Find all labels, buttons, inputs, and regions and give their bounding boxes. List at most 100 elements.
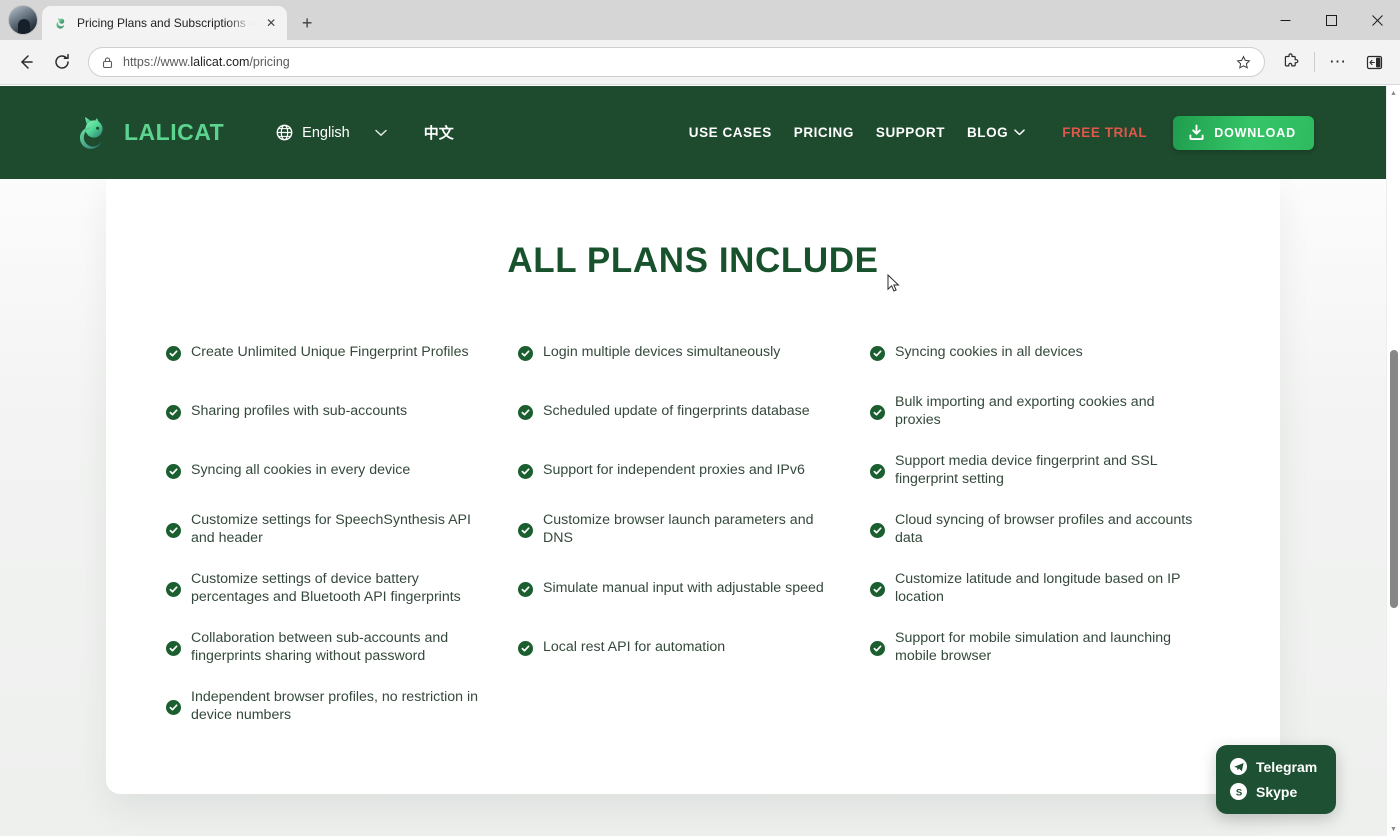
brand-logo[interactable]: LALICAT (72, 112, 224, 154)
all-plans-card: ALL PLANS INCLUDE Create Unlimited Uniqu… (106, 179, 1280, 794)
browser-window: Pricing Plans and Subscriptions - ✕ + ht… (0, 0, 1400, 836)
feature-item: Customize settings for SpeechSynthesis A… (166, 500, 516, 559)
chevron-down-icon[interactable] (374, 129, 387, 137)
extensions-icon[interactable] (1275, 46, 1307, 78)
feature-item: Customize browser launch parameters and … (518, 500, 868, 559)
check-circle-icon (166, 345, 181, 361)
language-selector[interactable]: English 中文 (276, 122, 454, 143)
download-button-label: DOWNLOAD (1214, 125, 1296, 140)
skype-icon: S (1230, 783, 1247, 800)
scrollbar-thumb[interactable] (1390, 350, 1398, 608)
check-circle-icon (518, 522, 533, 538)
page-scrollbar[interactable]: ▲ ▼ (1386, 86, 1400, 836)
language-current-label: English (302, 124, 350, 141)
feature-label: Scheduled update of fingerprints databas… (543, 402, 810, 419)
feature-item: Create Unlimited Unique Fingerprint Prof… (166, 323, 516, 382)
feature-item: Syncing cookies in all devices (870, 323, 1220, 382)
sidebar-icon[interactable] (1358, 46, 1390, 78)
page-viewport: LALICAT English 中文 USE CASES PRICING SUP… (0, 86, 1400, 836)
features-column-3: Syncing cookies in all devices Bulk impor… (870, 323, 1220, 736)
feature-item: Scheduled update of fingerprints databas… (518, 382, 868, 441)
feature-label: Simulate manual input with adjustable sp… (543, 579, 824, 596)
new-tab-button[interactable]: + (293, 9, 321, 37)
contact-telegram[interactable]: Telegram (1230, 758, 1322, 775)
feature-label: Cloud syncing of browser profiles and ac… (895, 511, 1193, 546)
lalicat-cat-logo (72, 112, 114, 154)
check-circle-icon (518, 640, 533, 656)
check-circle-icon (870, 404, 885, 420)
browser-toolbar: https://www.lalicat.com/pricing ⋯ (0, 40, 1400, 85)
feature-item: Customize latitude and longitude based o… (870, 559, 1220, 618)
tab-strip: Pricing Plans and Subscriptions - ✕ + (0, 0, 1400, 40)
nav-item-blog-label: BLOG (967, 125, 1009, 140)
reload-icon[interactable] (46, 46, 78, 78)
check-circle-icon (870, 345, 885, 361)
contact-widget[interactable]: Telegram S Skype (1216, 745, 1336, 814)
feature-item: Sharing profiles with sub-accounts (166, 382, 516, 441)
profile-avatar[interactable] (8, 5, 38, 35)
feature-label: Collaboration between sub-accounts and f… (191, 629, 449, 664)
features-grid: Create Unlimited Unique Fingerprint Prof… (144, 323, 1242, 736)
feature-label: Customize latitude and longitude based o… (895, 570, 1181, 605)
feature-label: Support for independent proxies and IPv6 (543, 461, 805, 478)
feature-item: Bulk importing and exporting cookies and… (870, 382, 1220, 441)
nav-item-pricing[interactable]: PRICING (783, 125, 865, 140)
globe-icon (276, 124, 293, 141)
svg-text:S: S (1235, 787, 1241, 798)
feature-label: Support media device fingerprint and SSL… (895, 452, 1158, 487)
nav-item-support[interactable]: SUPPORT (865, 125, 956, 140)
page-title: ALL PLANS INCLUDE (507, 241, 879, 280)
site-header: LALICAT English 中文 USE CASES PRICING SUP… (0, 86, 1386, 179)
nav-item-use-cases[interactable]: USE CASES (678, 125, 783, 140)
lock-icon (101, 56, 114, 69)
window-controls (1262, 0, 1400, 40)
feature-item: Simulate manual input with adjustable sp… (518, 559, 868, 618)
feature-label: Local rest API for automation (543, 638, 726, 655)
chevron-down-icon (1014, 129, 1025, 136)
feature-label: Syncing cookies in all devices (895, 343, 1083, 360)
check-circle-icon (518, 463, 533, 479)
feature-label: Independent browser profiles, no restric… (191, 688, 479, 723)
scroll-up-arrow-icon[interactable]: ▲ (1387, 86, 1400, 100)
contact-skype-label: Skype (1256, 783, 1298, 800)
bookmark-star-icon[interactable] (1230, 49, 1256, 75)
feature-item: Syncing all cookies in every device (166, 441, 516, 500)
feature-item: Login multiple devices simultaneously (518, 323, 868, 382)
check-circle-icon (166, 404, 181, 420)
window-close-button[interactable] (1354, 3, 1400, 37)
back-icon[interactable] (10, 46, 42, 78)
download-button[interactable]: DOWNLOAD (1173, 115, 1314, 150)
brand-name: LALICAT (124, 119, 225, 145)
browser-tab[interactable]: Pricing Plans and Subscriptions - ✕ (42, 6, 288, 40)
feature-item: Independent browser profiles, no restric… (166, 677, 516, 736)
language-chinese-link[interactable]: 中文 (424, 122, 454, 143)
address-bar-url: https://www.lalicat.com/pricing (123, 55, 290, 69)
nav-item-free-trial[interactable]: FREE TRIAL (1036, 125, 1163, 140)
scroll-down-arrow-icon[interactable]: ▼ (1387, 822, 1400, 836)
address-bar[interactable]: https://www.lalicat.com/pricing (88, 47, 1265, 77)
nav-item-blog[interactable]: BLOG (956, 125, 1036, 140)
telegram-icon (1230, 758, 1247, 775)
main-nav: USE CASES PRICING SUPPORT BLOG FREE TRIA… (678, 115, 1314, 150)
feature-item: Support media device fingerprint and SSL… (870, 441, 1220, 500)
content-card-wrapper: ALL PLANS INCLUDE Create Unlimited Uniqu… (0, 179, 1386, 794)
feature-item: Customize settings of device battery per… (166, 559, 516, 618)
check-circle-icon (518, 581, 533, 597)
toolbar-divider (1314, 52, 1315, 72)
window-maximize-button[interactable] (1308, 3, 1354, 37)
contact-skype[interactable]: S Skype (1230, 783, 1322, 800)
features-column-2: Login multiple devices simultaneously Sch… (518, 323, 868, 736)
tab-title: Pricing Plans and Subscriptions - (77, 16, 254, 30)
feature-item: Local rest API for automation (518, 618, 868, 677)
feature-label: Customize browser launch parameters and … (543, 511, 814, 546)
more-options-icon[interactable]: ⋯ (1322, 46, 1354, 78)
check-circle-icon (870, 522, 885, 538)
feature-item: Collaboration between sub-accounts and f… (166, 618, 516, 677)
check-circle-icon (166, 463, 181, 479)
tab-close-icon[interactable]: ✕ (261, 13, 281, 33)
feature-label: Support for mobile simulation and launch… (895, 629, 1172, 664)
feature-label: Sharing profiles with sub-accounts (191, 402, 408, 419)
download-icon (1188, 124, 1205, 141)
check-circle-icon (166, 699, 181, 715)
window-minimize-button[interactable] (1262, 3, 1308, 37)
